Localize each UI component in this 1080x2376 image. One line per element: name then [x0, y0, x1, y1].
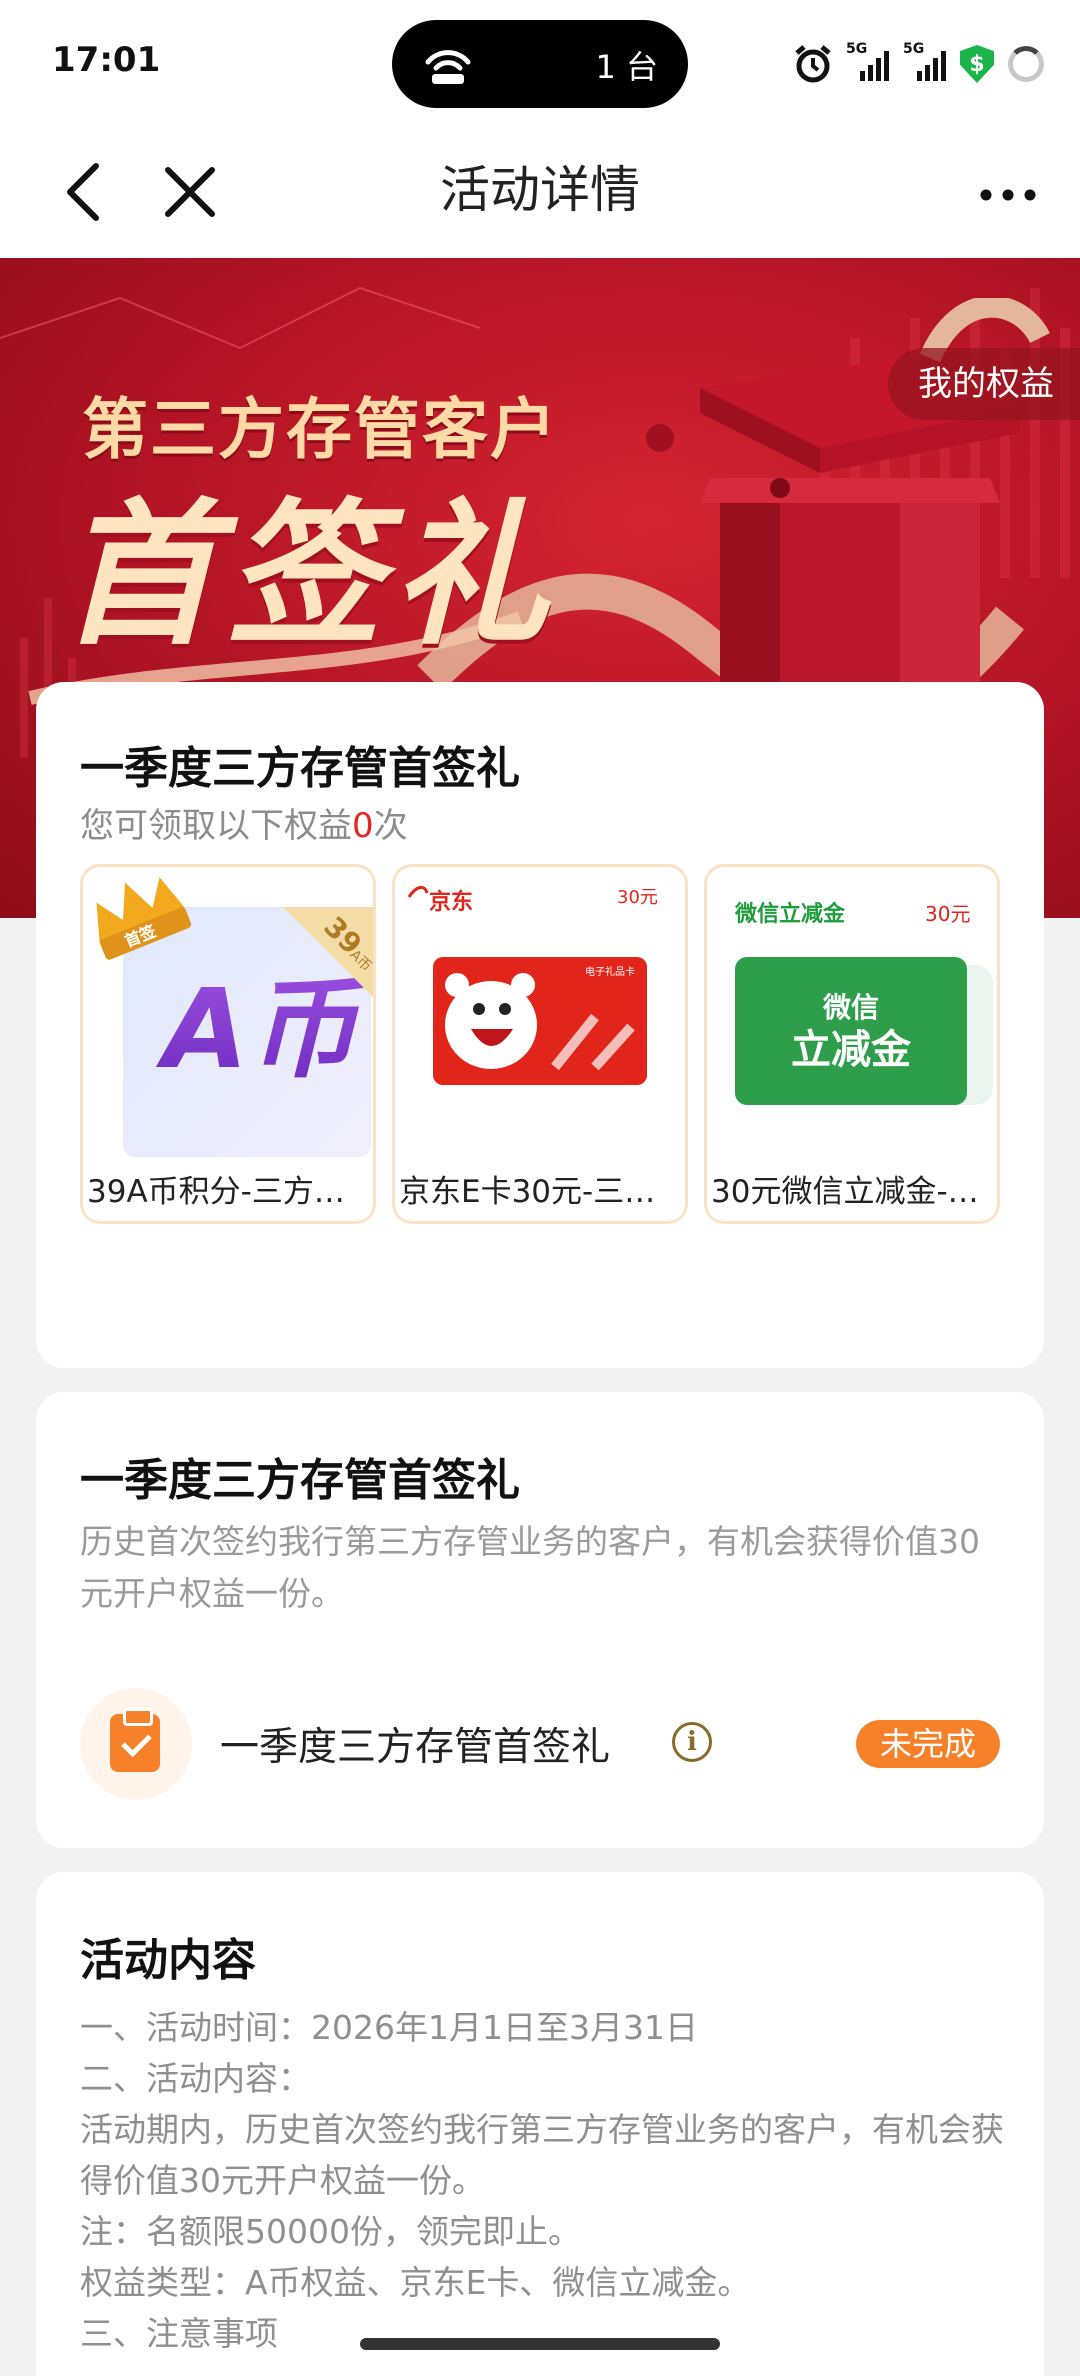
nav-bar: 活动详情	[0, 128, 1080, 258]
home-indicator[interactable]	[360, 2338, 720, 2350]
info-icon[interactable]: i	[672, 1722, 712, 1762]
dynamic-island[interactable]: 1 台	[392, 20, 688, 108]
acoin-image-text: A币	[155, 965, 372, 1093]
reward-list: A币 39 A币 首签 39A币积分-三方存管 京东 30元 电子礼品卡 京东E…	[80, 864, 1000, 1224]
reward-label: 30元微信立减金-三...	[711, 1174, 997, 1210]
task-status-badge[interactable]: 未完成	[855, 1720, 1000, 1768]
svg-text:立减金: 立减金	[791, 1027, 912, 1073]
status-icons: 5G 5G $	[794, 41, 1044, 86]
activity-content-body: 一、活动时间：2026年1月1日至3月31日 二、活动内容： 活动期内，历史首次…	[80, 2002, 1020, 2359]
svg-text:30元: 30元	[925, 902, 970, 926]
content-line: 权益类型：A币权益、京东E卡、微信立减金。	[80, 2263, 751, 2302]
more-horizontal-icon[interactable]	[978, 180, 1038, 210]
svg-text:微信: 微信	[822, 991, 879, 1024]
hotspot-icon	[425, 50, 471, 84]
svg-text:微信立减金: 微信立减金	[734, 901, 846, 927]
page-title: 活动详情	[440, 161, 640, 219]
reward-label: 39A币积分-三方存管	[87, 1174, 373, 1210]
content-line: 二、活动内容：	[80, 2059, 311, 2098]
content-line: 一、活动时间：2026年1月1日至3月31日	[80, 2008, 698, 2047]
rewards-card: 一季度三方存管首签礼 您可领取以下权益0次 A币 39 A币 首签 39A币积分-	[36, 682, 1044, 1368]
clipboard-check-icon	[80, 1688, 192, 1800]
signal-5g-2-icon: 5G	[903, 41, 946, 81]
status-time: 17:01	[52, 40, 161, 80]
security-shield-icon: $	[960, 45, 994, 83]
svg-text:30元: 30元	[617, 887, 658, 908]
status-bar: 17:01 1 台 5G 5G $	[0, 0, 1080, 128]
signal-5g-1-icon: 5G	[846, 41, 889, 81]
task-row[interactable]: 一季度三方存管首签礼 i 未完成	[80, 1688, 1000, 1800]
svg-text:电子礼品卡: 电子礼品卡	[585, 965, 635, 978]
activity-content-card: 活动内容 一、活动时间：2026年1月1日至3月31日 二、活动内容： 活动期内…	[36, 1872, 1044, 2376]
wechat-discount-image: 微信立减金 30元 微信 立减金	[734, 901, 993, 1105]
claim-count-text: 您可领取以下权益0次	[80, 806, 408, 846]
reward-item-acoin[interactable]: A币 39 A币 首签 39A币积分-三方存管	[80, 864, 376, 1224]
reward-item-wechat-discount[interactable]: 微信立减金 30元 微信 立减金 30元微信立减金-三...	[704, 864, 1000, 1224]
content-line: 三、注意事项	[80, 2314, 278, 2353]
rewards-card-title: 一季度三方存管首签礼	[80, 743, 520, 794]
reward-label: 京东E卡30元-三方...	[399, 1174, 685, 1210]
content-line: 活动期内，历史首次签约我行第三方存管业务的客户，有机会获得价值30元开户权益一份…	[80, 2110, 1004, 2200]
alarm-icon	[795, 45, 831, 83]
task-description: 历史首次签约我行第三方存管业务的客户，有机会获得价值30元开户权益一份。	[80, 1522, 980, 1613]
acoin-reward-image: A币 39A币 首签	[96, 877, 373, 1157]
banner-title: 首签礼	[60, 483, 558, 666]
my-rights-button[interactable]: 我的权益	[888, 348, 1080, 420]
connected-device-count: 1 台	[595, 48, 658, 86]
activity-content-title: 活动内容	[80, 1935, 256, 1986]
reward-item-jd-card[interactable]: 京东 30元 电子礼品卡 京东E卡30元-三方...	[392, 864, 688, 1224]
battery-ring-icon	[1008, 46, 1044, 82]
content-line: 注：名额限50000份，领完即止。	[80, 2212, 581, 2251]
task-card: 一季度三方存管首签礼 历史首次签约我行第三方存管业务的客户，有机会获得价值30元…	[36, 1392, 1044, 1848]
task-card-title: 一季度三方存管首签礼	[80, 1455, 520, 1506]
jd-ecard-image: 京东 30元 电子礼品卡	[407, 886, 658, 1085]
task-name: 一季度三方存管首签礼	[220, 1725, 611, 1770]
jd-logo-text: 京东	[429, 889, 473, 915]
claim-count-value: 0	[352, 806, 374, 846]
